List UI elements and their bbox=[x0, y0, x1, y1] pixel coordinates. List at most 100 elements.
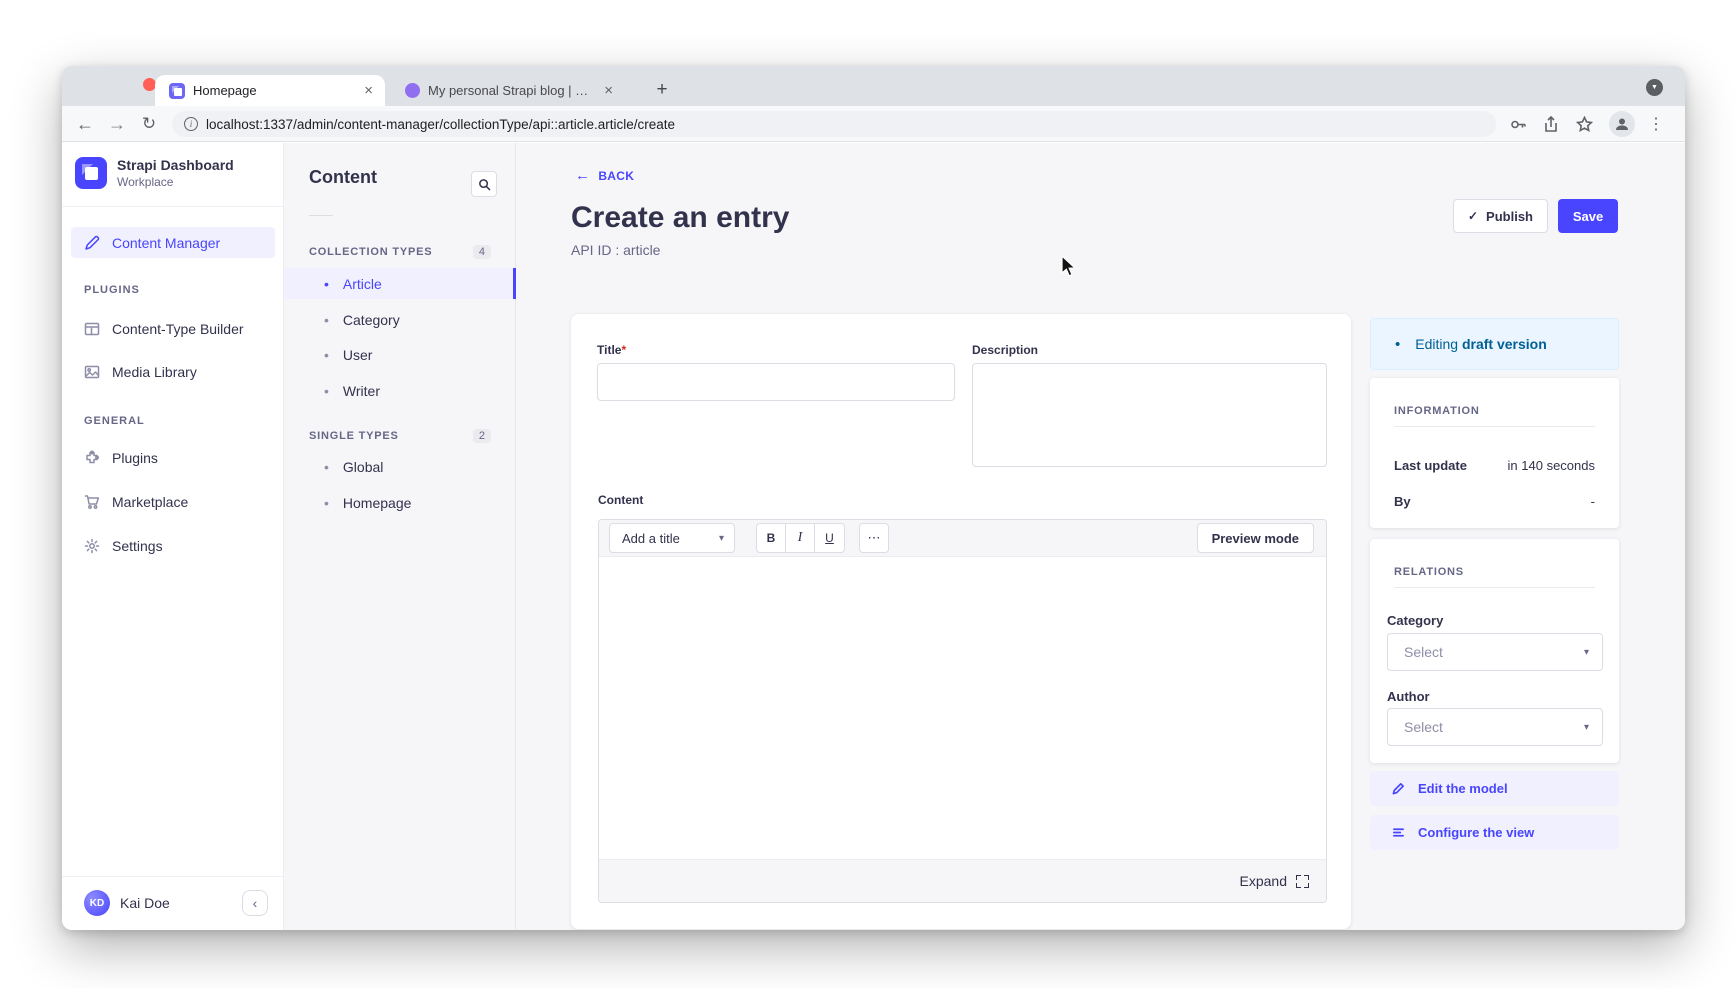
right-panel: • Editing draft version INFORMATION Last… bbox=[1370, 143, 1619, 930]
new-tab-button[interactable]: + bbox=[648, 76, 676, 104]
reload-button[interactable]: ↻ bbox=[134, 106, 164, 142]
browser-profile-avatar[interactable] bbox=[1609, 111, 1635, 137]
subnav-item-category[interactable]: • Category bbox=[284, 304, 516, 335]
last-update-label: Last update bbox=[1394, 458, 1467, 473]
address-bar[interactable]: i localhost:1337/admin/content-manager/c… bbox=[172, 111, 1496, 137]
caret-down-icon: ▾ bbox=[1584, 647, 1589, 658]
bullet-icon: • bbox=[324, 459, 329, 475]
sidebar-item-settings[interactable]: Settings bbox=[71, 530, 275, 561]
subnav-item-user[interactable]: • User bbox=[284, 339, 516, 370]
underline-button[interactable]: U bbox=[815, 524, 844, 552]
mouse-cursor bbox=[1060, 255, 1078, 279]
more-formats-button[interactable]: ⋯ bbox=[859, 523, 889, 553]
api-id-subtitle: API ID : article bbox=[571, 242, 660, 258]
preview-mode-label: Preview mode bbox=[1212, 531, 1299, 546]
configure-lines-icon bbox=[1392, 826, 1405, 839]
bookmark-star-icon[interactable] bbox=[1570, 110, 1598, 138]
rich-text-editor: Add a title ▾ B I U ⋯ bbox=[598, 519, 1327, 903]
sidebar-item-marketplace[interactable]: Marketplace bbox=[71, 486, 275, 517]
collapse-sidebar-button[interactable]: ‹ bbox=[242, 890, 268, 916]
sidebar-item-media-library[interactable]: Media Library bbox=[71, 356, 275, 387]
group-label: COLLECTION TYPES bbox=[309, 246, 432, 258]
title-input[interactable] bbox=[597, 363, 955, 401]
tab-search-button[interactable]: ▼ bbox=[1646, 79, 1663, 96]
sidebar-item-content-manager[interactable]: Content Manager bbox=[71, 227, 275, 258]
italic-button[interactable]: I bbox=[786, 524, 815, 552]
back-button[interactable]: ← bbox=[70, 106, 100, 142]
close-tab-icon[interactable]: × bbox=[602, 83, 615, 98]
required-asterisk: * bbox=[621, 343, 626, 357]
field-label-text: Title bbox=[597, 343, 621, 357]
preview-mode-button[interactable]: Preview mode bbox=[1197, 523, 1314, 553]
subnav-item-label: Writer bbox=[343, 383, 380, 399]
edit-model-button[interactable]: Edit the model bbox=[1370, 771, 1619, 806]
sidebar-item-label: Media Library bbox=[112, 364, 197, 380]
sidebar-item-label: Content Manager bbox=[112, 235, 220, 251]
shopping-cart-icon bbox=[84, 494, 100, 510]
search-icon bbox=[478, 178, 491, 191]
editor-footer: Expand bbox=[599, 859, 1326, 902]
editor-toolbar: Add a title ▾ B I U ⋯ bbox=[599, 520, 1326, 557]
close-tab-icon[interactable]: × bbox=[362, 83, 375, 98]
content-field-label: Content bbox=[598, 493, 643, 507]
information-card: INFORMATION Last update in 140 seconds B… bbox=[1370, 378, 1619, 528]
group-single-types: SINGLE TYPES 2 bbox=[309, 429, 491, 443]
tab-homepage[interactable]: Homepage × bbox=[155, 75, 385, 106]
entry-form-card: Title* Description Content Add a title ▾ bbox=[571, 314, 1351, 929]
relations-heading: RELATIONS bbox=[1394, 566, 1464, 578]
bullet-icon: • bbox=[324, 347, 329, 363]
tab-strapi-blog[interactable]: My personal Strapi blog | Strap × bbox=[391, 75, 625, 106]
group-collection-types: COLLECTION TYPES 4 bbox=[309, 245, 491, 259]
gear-icon bbox=[84, 538, 100, 554]
bold-button[interactable]: B bbox=[757, 524, 786, 552]
by-value: - bbox=[1591, 494, 1595, 509]
author-select[interactable]: Select ▾ bbox=[1387, 708, 1603, 746]
subnav-item-writer[interactable]: • Writer bbox=[284, 375, 516, 406]
section-label-general: GENERAL bbox=[84, 415, 145, 427]
bullet-icon: • bbox=[324, 383, 329, 399]
sidebar-item-plugins[interactable]: Plugins bbox=[71, 442, 275, 473]
page-title: Create an entry bbox=[571, 201, 789, 235]
caret-down-icon: ▾ bbox=[1584, 722, 1589, 733]
subnav-item-article[interactable]: • Article bbox=[284, 268, 516, 299]
description-textarea[interactable] bbox=[972, 363, 1327, 467]
site-info-icon[interactable]: i bbox=[184, 117, 198, 131]
main-content: ← BACK Create an entry API ID : article … bbox=[516, 143, 1685, 930]
more-horizontal-icon: ⋯ bbox=[868, 530, 881, 546]
category-label: Category bbox=[1387, 613, 1443, 628]
bullet-icon: • bbox=[1395, 336, 1400, 353]
subnav-item-label: User bbox=[343, 347, 373, 363]
password-key-icon[interactable] bbox=[1504, 110, 1532, 138]
subnav-item-homepage[interactable]: • Homepage bbox=[284, 487, 516, 518]
heading-select[interactable]: Add a title ▾ bbox=[609, 523, 735, 553]
subnav-item-label: Global bbox=[343, 459, 383, 475]
tab-strip: Homepage × My personal Strapi blog | Str… bbox=[62, 66, 1685, 106]
user-profile[interactable]: KD Kai Doe bbox=[84, 890, 170, 916]
subnav-item-label: Article bbox=[343, 276, 382, 292]
browser-menu-icon[interactable]: ⋮ bbox=[1642, 110, 1670, 138]
divider bbox=[1394, 426, 1595, 427]
strapi-favicon-icon bbox=[169, 83, 185, 99]
group-label: SINGLE TYPES bbox=[309, 430, 399, 442]
puzzle-icon bbox=[84, 450, 100, 466]
category-select[interactable]: Select ▾ bbox=[1387, 633, 1603, 671]
draft-prefix: Editing bbox=[1415, 336, 1458, 352]
back-link[interactable]: ← BACK bbox=[575, 167, 634, 184]
expand-label[interactable]: Expand bbox=[1240, 873, 1287, 889]
sidebar-item-content-type-builder[interactable]: Content-Type Builder bbox=[71, 313, 275, 344]
url-text: localhost:1337/admin/content-manager/col… bbox=[206, 117, 675, 132]
forward-button[interactable]: → bbox=[102, 106, 132, 142]
editor-body[interactable] bbox=[599, 557, 1326, 861]
expand-icon[interactable] bbox=[1296, 875, 1309, 888]
user-avatar: KD bbox=[84, 890, 110, 916]
configure-view-button[interactable]: Configure the view bbox=[1370, 815, 1619, 850]
blog-favicon-icon bbox=[405, 83, 420, 98]
main-sidebar: Strapi Dashboard Workplace Content Manag… bbox=[62, 143, 284, 930]
search-button[interactable] bbox=[471, 171, 497, 197]
share-icon[interactable] bbox=[1537, 110, 1565, 138]
strapi-logo-icon bbox=[75, 157, 107, 189]
subnav-item-global[interactable]: • Global bbox=[284, 451, 516, 482]
back-label: BACK bbox=[598, 169, 634, 183]
workspace-brand[interactable]: Strapi Dashboard Workplace bbox=[75, 157, 234, 189]
information-heading: INFORMATION bbox=[1394, 405, 1480, 417]
